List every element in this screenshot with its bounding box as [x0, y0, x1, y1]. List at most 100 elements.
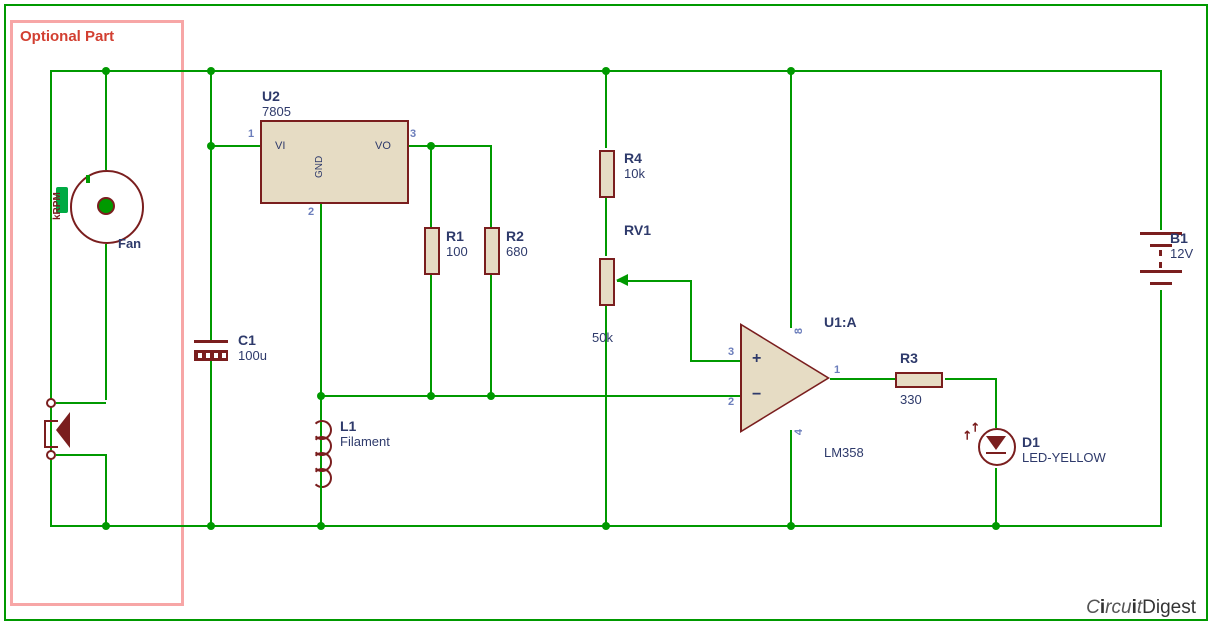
buzzer-pin	[46, 450, 56, 460]
junction-node	[207, 67, 215, 75]
wire	[105, 244, 107, 400]
r3-val: 330	[900, 392, 922, 408]
wire	[830, 378, 895, 380]
junction-node	[317, 392, 325, 400]
r1-val: 100	[446, 244, 468, 260]
u1a-ref: U1:A	[824, 314, 857, 331]
r2-ref: R2	[506, 228, 524, 245]
wire	[320, 200, 322, 230]
pin-num: 3	[410, 128, 416, 140]
fan-unit: kRPM	[52, 192, 63, 220]
fan-vent	[86, 175, 90, 183]
u2-val: 7805	[262, 104, 291, 120]
wire	[995, 468, 997, 525]
junction-node	[787, 67, 795, 75]
cap-plate-pol	[194, 350, 228, 361]
wire	[105, 70, 107, 170]
junction-node	[427, 142, 435, 150]
pin-num: 8	[793, 328, 805, 334]
opamp-minus: −	[752, 386, 761, 404]
wire	[690, 280, 692, 361]
b1-val: 12V	[1170, 246, 1193, 262]
junction-node	[487, 392, 495, 400]
wire	[790, 430, 792, 525]
r2-val: 680	[506, 244, 528, 260]
rv1-ref: RV1	[624, 222, 651, 239]
optional-part-box	[10, 20, 184, 606]
wire	[605, 70, 607, 148]
junction-node	[427, 392, 435, 400]
battery-plate	[1150, 282, 1172, 285]
pin-num: 3	[728, 346, 734, 358]
wire	[210, 145, 260, 147]
u2-ref: U2	[262, 88, 280, 105]
r4-val: 10k	[624, 166, 645, 182]
wire	[1160, 70, 1162, 230]
wire	[490, 145, 492, 227]
wire	[430, 275, 432, 395]
junction-node	[102, 522, 110, 530]
wire	[56, 454, 106, 456]
led-cathode-bar	[986, 452, 1006, 454]
watermark: CircuitDigest	[1086, 597, 1196, 619]
r3-ref: R3	[900, 350, 918, 367]
wire	[320, 484, 322, 525]
buzzer-cone-icon	[56, 412, 70, 448]
wire	[405, 145, 490, 147]
junction-node	[602, 67, 610, 75]
wire	[945, 378, 995, 380]
wire	[56, 402, 106, 404]
wire	[320, 395, 492, 397]
led-anode-tri	[986, 436, 1006, 450]
u1a-val: LM358	[824, 445, 864, 461]
wire	[210, 145, 212, 340]
wire	[605, 198, 607, 256]
l1-ref: L1	[340, 418, 356, 435]
r4-ref: R4	[624, 150, 642, 167]
c1-val: 100u	[238, 348, 267, 364]
cap-plate	[194, 340, 228, 343]
resistor-r4	[599, 150, 615, 198]
junction-node	[207, 522, 215, 530]
r1-ref: R1	[446, 228, 464, 245]
junction-node	[102, 67, 110, 75]
junction-node	[602, 522, 610, 530]
battery-plate	[1150, 244, 1172, 247]
wire	[210, 70, 212, 145]
pin-num: 1	[834, 364, 840, 376]
rv1-val: 50k	[592, 330, 613, 346]
pin-name: VI	[275, 140, 285, 152]
wire	[995, 378, 997, 428]
wire	[320, 230, 322, 395]
coil	[312, 468, 332, 488]
fan-ref: Fan	[118, 236, 141, 252]
pin-num: 4	[793, 429, 805, 435]
optional-part-label: Optional Part	[20, 28, 114, 45]
battery-plate	[1140, 270, 1182, 273]
junction-node	[207, 142, 215, 150]
l1-val: Filament	[340, 434, 390, 450]
pin-name: VO	[375, 140, 391, 152]
junction-node	[992, 522, 1000, 530]
pin-name: GND	[314, 156, 325, 178]
wire	[1160, 290, 1162, 525]
d1-val: LED-YELLOW	[1022, 450, 1106, 466]
wire	[690, 360, 740, 362]
wire	[430, 145, 432, 227]
junction-node	[787, 522, 795, 530]
pin-num: 2	[308, 206, 314, 218]
wire	[210, 360, 212, 525]
d1-ref: D1	[1022, 434, 1040, 451]
resistor-r2	[484, 227, 500, 275]
wire	[790, 70, 792, 328]
resistor-r3	[895, 372, 943, 388]
pin-num: 1	[248, 128, 254, 140]
regulator-u2	[260, 120, 409, 204]
buzzer-pin	[46, 398, 56, 408]
b1-ref: B1	[1170, 230, 1188, 247]
c1-ref: C1	[238, 332, 256, 349]
battery-dash	[1159, 250, 1164, 268]
wire	[490, 275, 492, 395]
wire	[490, 395, 740, 397]
wire	[105, 454, 107, 525]
